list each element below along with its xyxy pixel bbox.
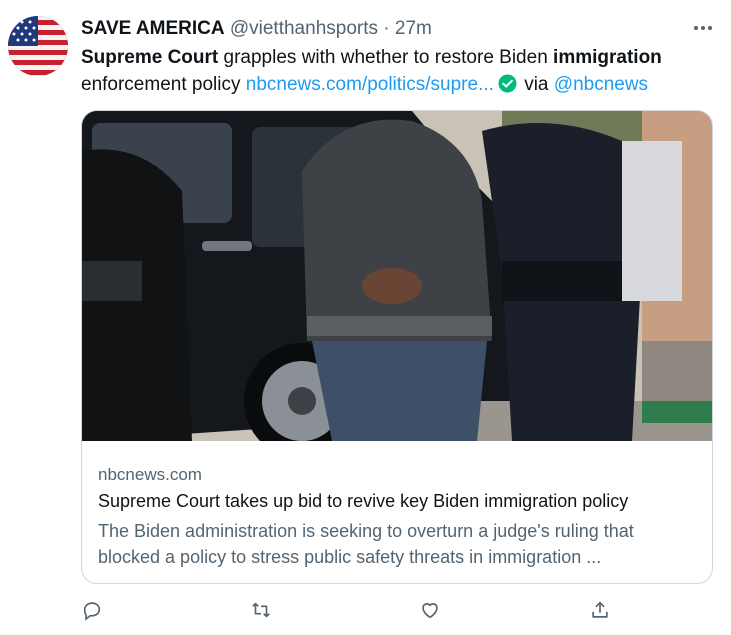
card-domain: nbcnews.com [98,465,202,484]
card-title: Supreme Court takes up bid to revive key… [98,491,629,511]
link-card[interactable]: nbcnews.com Supreme Court takes up bid t… [81,110,713,584]
tweet-text: Supreme Court grapples with whether to r… [81,44,711,98]
like-icon[interactable] [412,592,448,628]
text-plain-2: enforcement policy [81,74,246,95]
user-handle[interactable]: @vietthanhsports [230,18,378,39]
via-handle[interactable]: @nbcnews [554,74,648,95]
article-link[interactable]: nbcnews.com/politics/supre... [246,74,494,95]
tweet-header: SAVE AMERICA @vietthanhsports · 27m [81,18,711,40]
text-bold-supreme-court: Supreme Court [81,47,219,68]
via-label: via [518,74,554,95]
card-description: The Biden administration is seeking to o… [98,521,634,567]
flag-avatar-image [8,16,68,76]
tweet-actions [0,592,731,628]
display-name[interactable]: SAVE AMERICA [81,18,225,39]
article-image [82,111,712,441]
tweet-time[interactable]: 27m [395,18,432,39]
avatar[interactable] [8,16,68,76]
verified-check-icon [498,74,517,93]
retweet-icon[interactable] [243,592,279,628]
share-icon[interactable] [582,592,618,628]
text-bold-immigration: immigration [553,47,662,68]
reply-icon[interactable] [74,592,110,628]
separator-dot: · [383,18,390,39]
text-plain-1: grapples with whether to restore Biden [218,47,554,68]
more-icon[interactable] [690,18,716,38]
